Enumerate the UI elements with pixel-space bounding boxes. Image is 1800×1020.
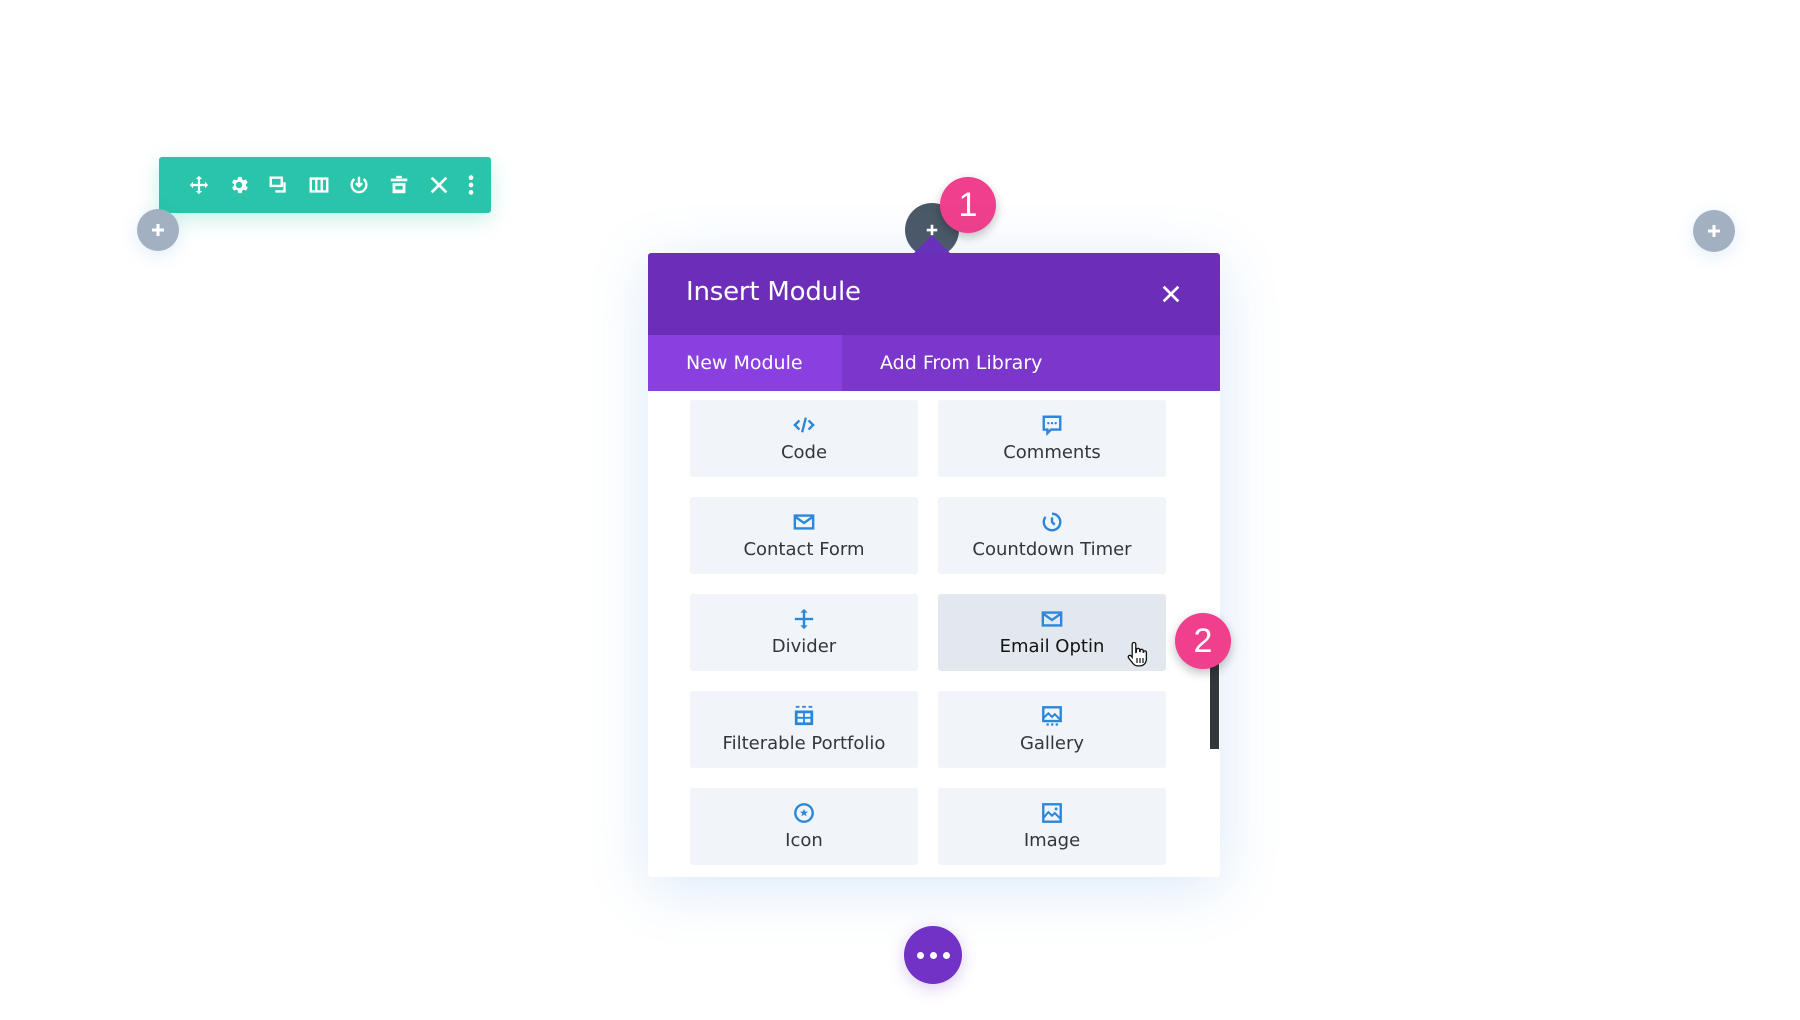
modal-title: Insert Module (686, 277, 861, 307)
module-label: Comments (1003, 442, 1101, 463)
close-icon[interactable] (419, 165, 459, 205)
timer-icon (1042, 512, 1062, 532)
portfolio-grid-icon (794, 705, 814, 726)
step-badge-2: 2 (1175, 613, 1231, 669)
module-filterable-portfolio[interactable]: Filterable Portfolio (690, 691, 918, 768)
divider-icon (794, 608, 814, 630)
module-gallery[interactable]: Gallery (938, 691, 1166, 768)
gear-icon[interactable] (219, 165, 259, 205)
row-toolbar (159, 157, 491, 213)
modal-pointer-arrow (914, 235, 950, 253)
columns-icon[interactable] (299, 165, 339, 205)
plus-icon (152, 224, 164, 236)
modal-close-button[interactable] (1156, 279, 1186, 309)
code-icon (793, 417, 815, 433)
tab-add-from-library[interactable]: Add From Library (842, 335, 1042, 391)
dot-icon (942, 951, 950, 959)
star-circle-icon (794, 803, 814, 823)
duplicate-icon[interactable] (259, 165, 299, 205)
add-row-button-left[interactable] (137, 209, 179, 251)
module-label: Image (1023, 830, 1081, 851)
more-options-button[interactable] (904, 926, 962, 984)
dot-icon (929, 951, 937, 959)
module-label: Gallery (1019, 733, 1085, 754)
image-icon (1042, 803, 1062, 823)
envelope-icon (1041, 611, 1063, 627)
insert-module-modal: Insert Module New Module Add From Librar… (648, 253, 1220, 877)
plus-icon (1708, 225, 1720, 237)
module-image[interactable]: Image (938, 788, 1166, 865)
add-row-button-right[interactable] (1693, 210, 1735, 252)
module-label: Code (780, 442, 828, 463)
more-icon[interactable] (459, 165, 483, 205)
gallery-icon (1042, 706, 1062, 726)
trash-icon[interactable] (379, 165, 419, 205)
module-icon[interactable]: Icon (690, 788, 918, 865)
step-badge-1: 1 (940, 177, 996, 233)
hand-pointer-cursor-icon (1127, 641, 1148, 667)
modal-header: Insert Module (648, 253, 1220, 335)
module-comments[interactable]: Comments (938, 400, 1166, 477)
comments-icon (1042, 415, 1062, 436)
module-label: Divider (771, 636, 837, 657)
dot-icon (916, 951, 924, 959)
module-countdown-timer[interactable]: Countdown Timer (938, 497, 1166, 574)
module-divider[interactable]: Divider (690, 594, 918, 671)
envelope-icon (793, 514, 815, 530)
close-icon (1162, 285, 1180, 303)
modal-tabs: New Module Add From Library (648, 335, 1220, 391)
module-list: Code Comments Contact Form Countdown Tim… (648, 391, 1220, 877)
module-code[interactable]: Code (690, 400, 918, 477)
module-label: Countdown Timer (972, 539, 1132, 560)
module-label: Email Optin (999, 636, 1105, 657)
module-label: Contact Form (743, 539, 865, 560)
module-contact-form[interactable]: Contact Form (690, 497, 918, 574)
module-label: Icon (785, 830, 823, 851)
module-label: Filterable Portfolio (722, 733, 886, 754)
move-icon[interactable] (179, 165, 219, 205)
tab-new-module[interactable]: New Module (648, 335, 842, 391)
save-to-library-icon[interactable] (339, 165, 379, 205)
